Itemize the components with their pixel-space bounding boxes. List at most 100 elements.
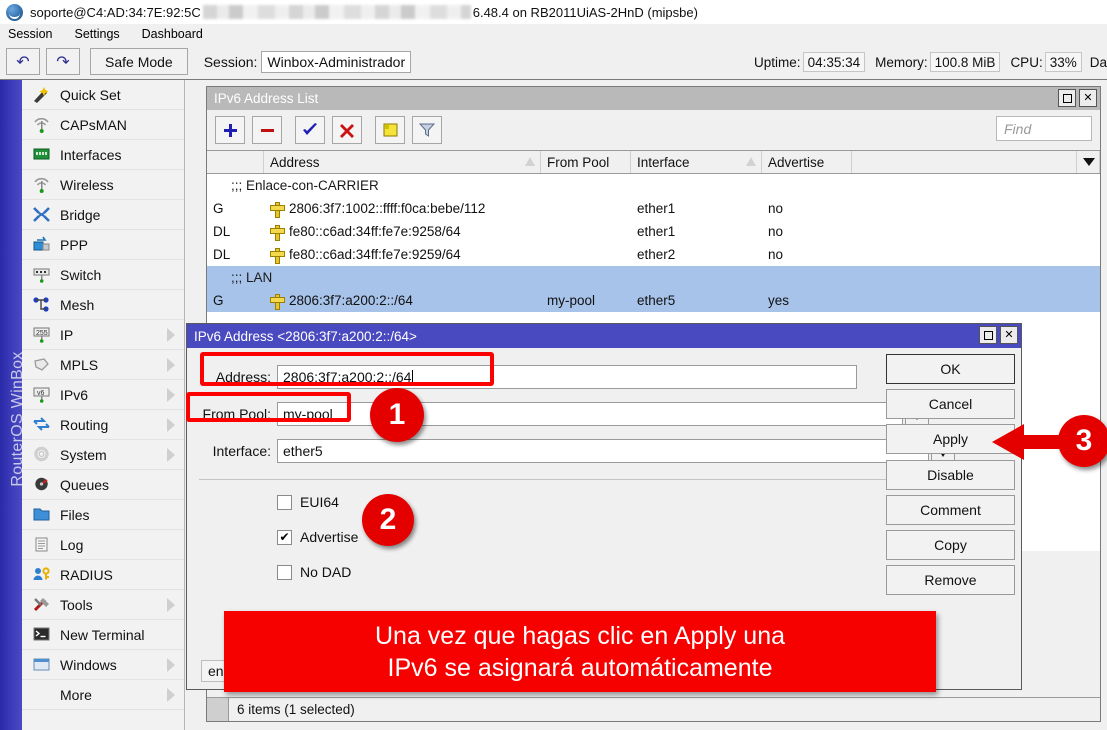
address-input[interactable]: 2806:3f7:a200:2::/64 [277, 365, 857, 389]
table-row[interactable]: DLfe80::c6ad:34ff:fe7e:9259/64ether2no [207, 243, 1100, 266]
maximize-icon[interactable] [1058, 89, 1076, 107]
table-row[interactable]: G2806:3f7:1002::ffff:f0ca:bebe/112ether1… [207, 197, 1100, 220]
remove-button[interactable]: Remove [886, 565, 1015, 595]
no-dad-checkbox-row[interactable]: No DAD [277, 564, 351, 580]
app-title-bar: soporte@C4:AD:34:7E:92:5C 6.48.4 on RB20… [0, 0, 1107, 24]
disable-button[interactable]: Disable [886, 460, 1015, 490]
sidebar-item-tools[interactable]: Tools [22, 590, 184, 620]
sidebar-item-radius[interactable]: RADIUS [22, 560, 184, 590]
menu-item-session[interactable]: Session [0, 27, 63, 41]
table-row[interactable]: DLfe80::c6ad:34ff:fe7e:9258/64ether1no [207, 220, 1100, 243]
sidebar-item-label: PPP [60, 237, 88, 253]
funnel-icon[interactable] [412, 116, 442, 144]
eui64-checkbox-row[interactable]: EUI64 [277, 494, 339, 510]
sidebar-item-ipv6[interactable]: v6IPv6 [22, 380, 184, 410]
advertise-checkbox-row[interactable]: ✔ Advertise [277, 529, 358, 545]
sidebar-item-label: IPv6 [60, 387, 88, 403]
copy-button[interactable]: Copy [886, 530, 1015, 560]
ok-button[interactable]: OK [886, 354, 1015, 384]
apply-button[interactable]: Apply [886, 424, 1015, 454]
sidebar-item-wireless[interactable]: Wireless [22, 170, 184, 200]
menu-item-dashboard[interactable]: Dashboard [131, 27, 214, 41]
submenu-chevron-icon [167, 388, 175, 402]
sidebar-item-new-terminal[interactable]: New Terminal [22, 620, 184, 650]
cell-advertise: no [762, 197, 852, 220]
redacted-title-segment [203, 5, 471, 19]
minus-icon[interactable] [252, 116, 282, 144]
cell-flags-text: G [213, 293, 224, 308]
note-icon[interactable] [375, 116, 405, 144]
table-comment-row[interactable]: ;;; Enlace-con-CARRIER [207, 174, 1100, 197]
sidebar-item-label: MPLS [60, 357, 98, 373]
column-from-pool[interactable]: From Pool [541, 151, 631, 173]
close-icon[interactable]: ✕ [1079, 89, 1097, 107]
sidebar-item-quick-set[interactable]: Quick Set [22, 80, 184, 110]
plus-icon[interactable] [215, 116, 245, 144]
sidebar-item-ppp[interactable]: PPP [22, 230, 184, 260]
column-from-pool-label: From Pool [547, 155, 609, 170]
row-comment-text: ;;; Enlace-con-CARRIER [231, 178, 379, 193]
interface-input[interactable]: ether5 [277, 439, 929, 463]
cell-address: fe80::c6ad:34ff:fe7e:9259/64 [264, 243, 541, 266]
column-interface[interactable]: Interface [631, 151, 762, 173]
antenna-icon [30, 175, 52, 195]
winbox-app-window: soporte@C4:AD:34:7E:92:5C 6.48.4 on RB20… [0, 0, 1107, 730]
sidebar-item-log[interactable]: Log [22, 530, 184, 560]
safe-mode-button[interactable]: Safe Mode [90, 48, 188, 75]
sidebar-item-capsman[interactable]: CAPsMAN [22, 110, 184, 140]
cancel-button[interactable]: Cancel [886, 389, 1015, 419]
text-caret [412, 370, 413, 385]
no-dad-checkbox[interactable] [277, 565, 292, 580]
sidebar-item-routing[interactable]: Routing [22, 410, 184, 440]
cell-flags: DL [207, 243, 264, 266]
maximize-icon[interactable] [979, 326, 997, 344]
menu-item-settings[interactable]: Settings [63, 27, 130, 41]
sidebar-item-label: System [60, 447, 107, 463]
cell-address: fe80::c6ad:34ff:fe7e:9258/64 [264, 220, 541, 243]
sidebar-item-queues[interactable]: Queues [22, 470, 184, 500]
sidebar-item-interfaces[interactable]: Interfaces [22, 140, 184, 170]
comment-button[interactable]: Comment [886, 495, 1015, 525]
sidebar-item-files[interactable]: Files [22, 500, 184, 530]
sidebar-item-mpls[interactable]: MPLS [22, 350, 184, 380]
session-value[interactable]: Winbox-Administrador [261, 51, 411, 73]
cell-flags: G [207, 197, 264, 220]
close-icon[interactable]: ✕ [1000, 326, 1018, 344]
table-comment-row[interactable]: ;;; LAN [207, 266, 1100, 289]
check-icon[interactable] [295, 116, 325, 144]
table-row[interactable]: G2806:3f7:a200:2::/64my-poolether5yes [207, 289, 1100, 312]
column-address[interactable]: Address [264, 151, 541, 173]
svg-text:255: 255 [36, 330, 48, 337]
cell-advertise-text: no [768, 201, 783, 216]
mesh-icon [30, 295, 52, 315]
address-pin-icon [270, 248, 283, 262]
sidebar-item-mesh[interactable]: Mesh [22, 290, 184, 320]
sidebar-item-label: RADIUS [60, 567, 113, 583]
sidebar-item-switch[interactable]: Switch [22, 260, 184, 290]
ipv6-address-dialog-title-bar: IPv6 Address <2806:3f7:a200:2::/64> ✕ [187, 324, 1021, 348]
eui64-checkbox[interactable] [277, 495, 292, 510]
sidebar-item-label: Wireless [60, 177, 114, 193]
sidebar-item-more[interactable]: More [22, 680, 184, 710]
instruction-callout: Una vez que hagas clic en Apply una IPv6… [224, 611, 936, 692]
sidebar-item-system[interactable]: System [22, 440, 184, 470]
redo-icon[interactable]: ↷ [46, 48, 80, 75]
dialog-divider [199, 479, 899, 480]
cell-from-pool [541, 243, 631, 266]
window-icon [30, 655, 52, 675]
cross-icon[interactable] [332, 116, 362, 144]
sidebar-item-bridge[interactable]: Bridge [22, 200, 184, 230]
advertise-checkbox[interactable]: ✔ [277, 530, 292, 545]
column-chooser-button[interactable] [1076, 151, 1100, 173]
undo-icon[interactable]: ↶ [6, 48, 40, 75]
sidebar-item-ip[interactable]: 255IP [22, 320, 184, 350]
sidebar-item-windows[interactable]: Windows [22, 650, 184, 680]
cell-address-text: 2806:3f7:1002::ffff:f0ca:bebe/112 [289, 201, 485, 216]
address-label: Address: [199, 369, 277, 385]
submenu-chevron-icon [167, 418, 175, 432]
dialog-button-column: OK Cancel Apply Disable Comment Copy Rem… [886, 354, 1015, 600]
column-advertise[interactable]: Advertise [762, 151, 852, 173]
tools-icon [30, 595, 52, 615]
cell-interface-text: ether1 [637, 224, 675, 239]
find-input[interactable]: Find [996, 116, 1092, 141]
